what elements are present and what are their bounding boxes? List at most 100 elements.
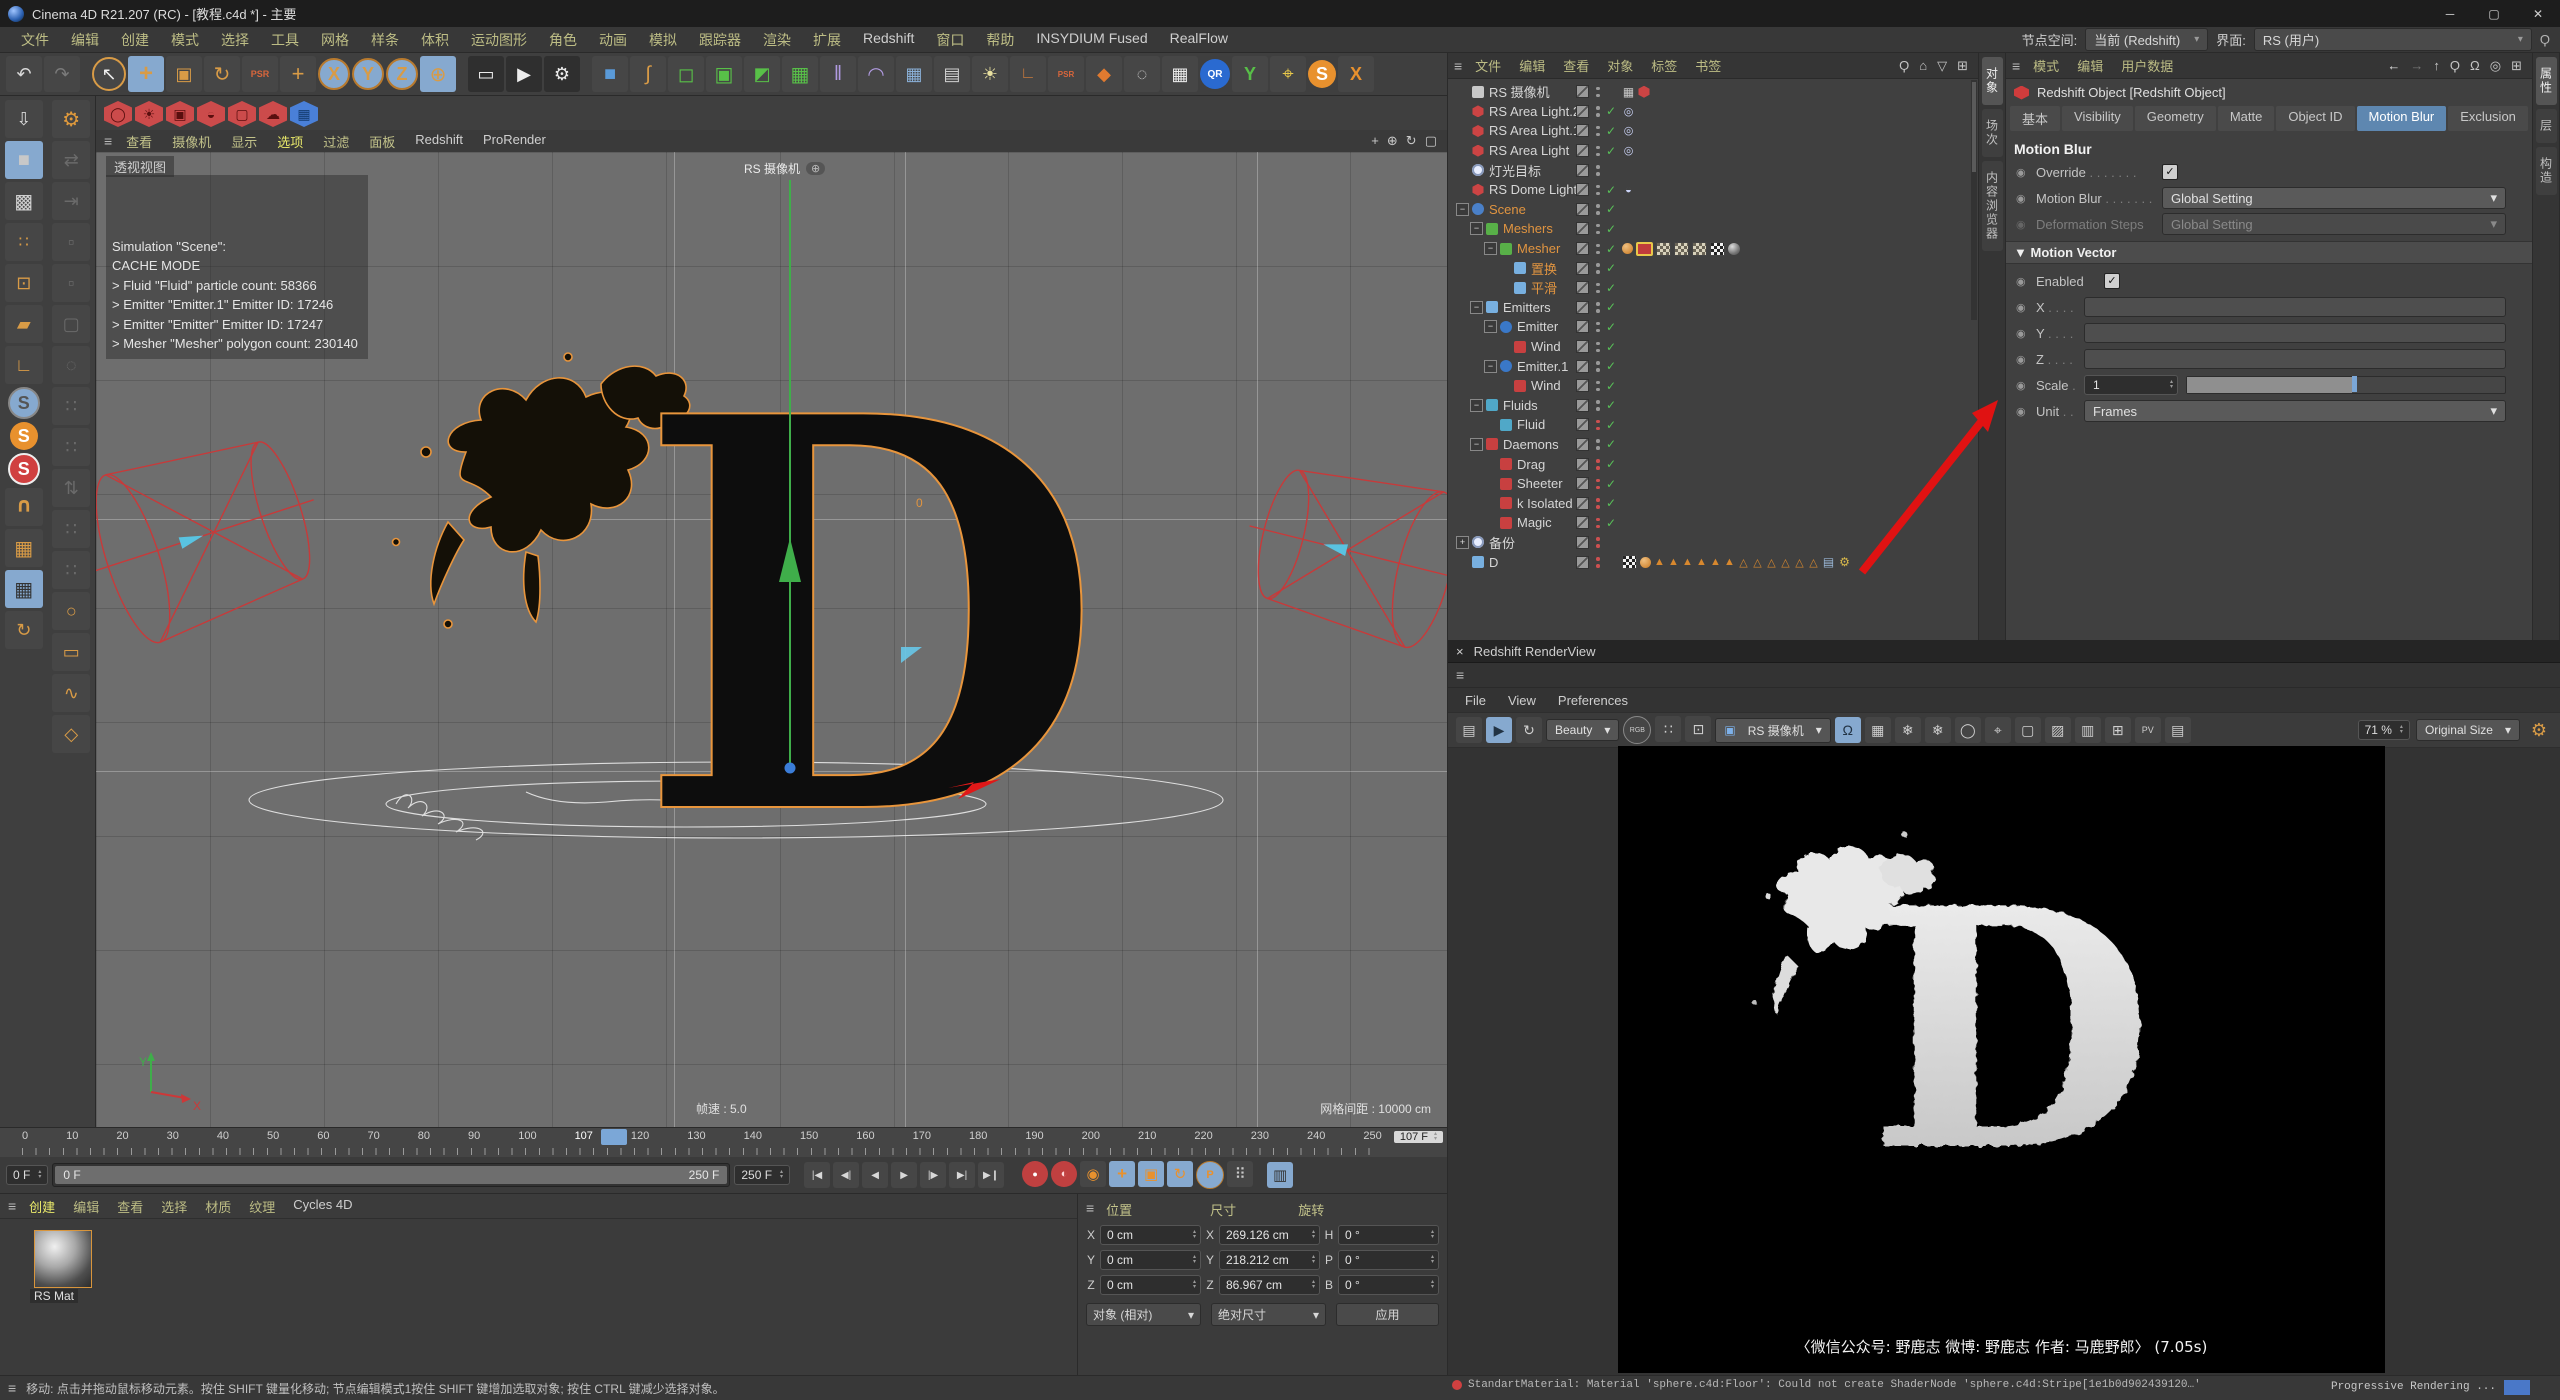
visibility-toggle-icon[interactable] (1576, 438, 1589, 451)
enabled-check-icon[interactable]: ✓ (1606, 300, 1616, 314)
enabled-check-icon[interactable]: ✓ (1606, 516, 1616, 530)
tg tg-ck[interactable] (1674, 242, 1689, 256)
edge-mode-icon[interactable]: ⊡ (5, 264, 43, 302)
texture-mode-icon[interactable]: ▩ (5, 182, 43, 220)
region-render-icon[interactable]: ▢ (2015, 717, 2041, 743)
copy-image-icon[interactable]: ▤ (2165, 717, 2191, 743)
visibility-dots-icon[interactable] (1596, 86, 1600, 98)
enabled-check-icon[interactable]: ✓ (1606, 379, 1616, 393)
rs-proxy-icon[interactable]: ▢ (228, 101, 256, 127)
tg tg-tri[interactable]: ▲ (1668, 556, 1679, 568)
stepper-icon[interactable]: ▴▾ (1431, 1280, 1434, 1290)
zoom-view-icon[interactable]: ⊕ (1387, 133, 1398, 149)
object-label[interactable]: 置换 (1531, 259, 1557, 278)
tg tg-doc[interactable]: ▤ (1822, 556, 1835, 568)
visibility-toggle-icon[interactable] (1576, 536, 1589, 549)
prev-frame-button[interactable]: ◀ (862, 1162, 888, 1188)
expander-icon[interactable]: − (1470, 222, 1483, 235)
render-icon[interactable]: ▶ (506, 56, 542, 92)
visibility-dots-icon[interactable] (1596, 556, 1600, 568)
visibility-toggle-icon[interactable] (1576, 222, 1589, 235)
visibility-dots-icon[interactable] (1596, 184, 1600, 196)
stepper-icon[interactable]: ▴▾ (780, 1170, 783, 1180)
enabled-check-icon[interactable]: ✓ (1606, 202, 1616, 216)
menu-item[interactable]: Redshift (852, 30, 925, 50)
spline-pen-icon[interactable]: ∫ (630, 56, 666, 92)
enabled-check-icon[interactable]: ✓ (1606, 320, 1616, 334)
make-editable-icon[interactable]: ⇩ (5, 100, 43, 138)
tree-row[interactable]: 置换 ✓ (1448, 258, 1978, 278)
object-icon[interactable] (1486, 399, 1498, 411)
visibility-dots-icon[interactable] (1596, 125, 1600, 137)
render-image[interactable]: D 〈微信公众号: 野鹿志 微博: 野鹿志 作者: 马鹿野郎〉 (7.05s) (1618, 746, 2385, 1373)
enabled-check-icon[interactable]: ✓ (1606, 281, 1616, 295)
tg tg-hexc[interactable] (1638, 86, 1650, 98)
snap-grid-icon[interactable]: ▫ (52, 223, 90, 261)
object-label[interactable]: Daemons (1503, 437, 1559, 452)
position-field[interactable]: 0 cm▴▾ (1100, 1250, 1201, 1270)
visibility-toggle-icon[interactable] (1576, 203, 1589, 216)
visibility-toggle-icon[interactable] (1576, 556, 1589, 569)
menu-item[interactable]: 创建 (110, 30, 160, 50)
position-field[interactable]: 0 cm▴▾ (1100, 1275, 1201, 1295)
undo-icon[interactable]: ↶ (6, 56, 42, 92)
object-label[interactable]: Meshers (1503, 221, 1553, 236)
rotation-field[interactable]: 0 °▴▾ (1338, 1225, 1439, 1245)
size-select[interactable]: Original Size▾ (2416, 719, 2520, 741)
tg tg-wr[interactable]: ⚙ (1838, 556, 1851, 568)
psr-snap-icon[interactable]: PSR (1048, 56, 1084, 92)
dock-tab[interactable]: 场次 (1982, 109, 2003, 157)
character-icon[interactable]: Y (1232, 56, 1268, 92)
simulation-scene-icon[interactable]: S (8, 387, 40, 419)
object-icon[interactable] (1514, 341, 1526, 353)
visibility-toggle-icon[interactable] (1576, 399, 1589, 412)
expander-icon[interactable]: − (1484, 360, 1497, 373)
view-label[interactable]: 透视视图 (106, 156, 174, 177)
sep[interactable] (82, 56, 90, 92)
magnet-icon[interactable]: ∪ (5, 488, 43, 526)
stepper-icon[interactable]: ▴▾ (2400, 725, 2403, 735)
status-error[interactable]: StandartMaterial: Material 'sphere.c4d:F… (1452, 1379, 2201, 1391)
tg tg-chip[interactable] (1636, 242, 1653, 256)
viewport-menu-item[interactable]: 面板 (359, 132, 405, 151)
object-icon[interactable] (1500, 321, 1512, 333)
select-tool-icon[interactable]: ↖ (92, 57, 126, 91)
object-label[interactable]: RS Area Light.2 (1489, 104, 1580, 119)
camera-badge-icon[interactable]: ⊕ (806, 162, 825, 175)
tg tg-tri[interactable]: ▲ (1724, 556, 1735, 568)
tree-row[interactable]: RS Area Light.1 ✓ ◎ (1448, 121, 1978, 141)
tg tg-tri[interactable]: △ (1766, 556, 1777, 568)
snap-spacing-icon[interactable]: ⇥ (52, 182, 90, 220)
hamburger-icon[interactable]: ≡ (104, 133, 114, 149)
key-radio-icon[interactable]: ◉ (2016, 166, 2028, 179)
visibility-toggle-icon[interactable] (1576, 105, 1589, 118)
enabled-check-icon[interactable]: ✓ (1606, 144, 1616, 158)
workplane-rotate-icon[interactable]: ↻ (5, 611, 43, 649)
enabled-check-icon[interactable]: ✓ (1606, 437, 1616, 451)
array-icon[interactable]: ‖ (820, 56, 856, 92)
up-icon[interactable]: ↑ (2433, 58, 2440, 74)
object-label[interactable]: Drag (1517, 457, 1545, 472)
hamburger-icon[interactable]: ≡ (1454, 58, 1464, 74)
key-radio-icon[interactable]: ◉ (2016, 353, 2028, 366)
size-field[interactable]: 86.967 cm▴▾ (1219, 1275, 1320, 1295)
visibility-toggle-icon[interactable] (1576, 360, 1589, 373)
snap-sphere-icon[interactable]: ◌ (52, 346, 90, 384)
next-frame-button[interactable]: |▶ (920, 1162, 946, 1188)
snap-move-icon[interactable]: ⇄ (52, 141, 90, 179)
dock-tab[interactable]: 对象 (1982, 57, 2003, 105)
menu-item[interactable]: 选择 (210, 30, 260, 50)
maximize-button[interactable]: ▢ (2472, 0, 2516, 27)
scale-input[interactable]: 1▴▾ (2084, 375, 2178, 395)
dock-tab[interactable]: 层 (2536, 109, 2557, 143)
material-menu-item[interactable]: 创建 (20, 1197, 64, 1216)
object-label[interactable]: 平滑 (1531, 278, 1557, 297)
search-icon[interactable]: Ϙ (2450, 58, 2460, 74)
tree-row[interactable]: Wind ✓ (1448, 337, 1978, 357)
object-label[interactable]: Wind (1531, 339, 1561, 354)
visibility-toggle-icon[interactable] (1576, 262, 1589, 275)
tree-row[interactable]: RS Area Light.2 ✓ ◎ (1448, 102, 1978, 122)
menu-item[interactable]: 文件 (10, 30, 60, 50)
attribute-menu-item[interactable]: 模式 (2024, 56, 2068, 75)
object-label[interactable]: RS Dome Light (1489, 182, 1577, 197)
